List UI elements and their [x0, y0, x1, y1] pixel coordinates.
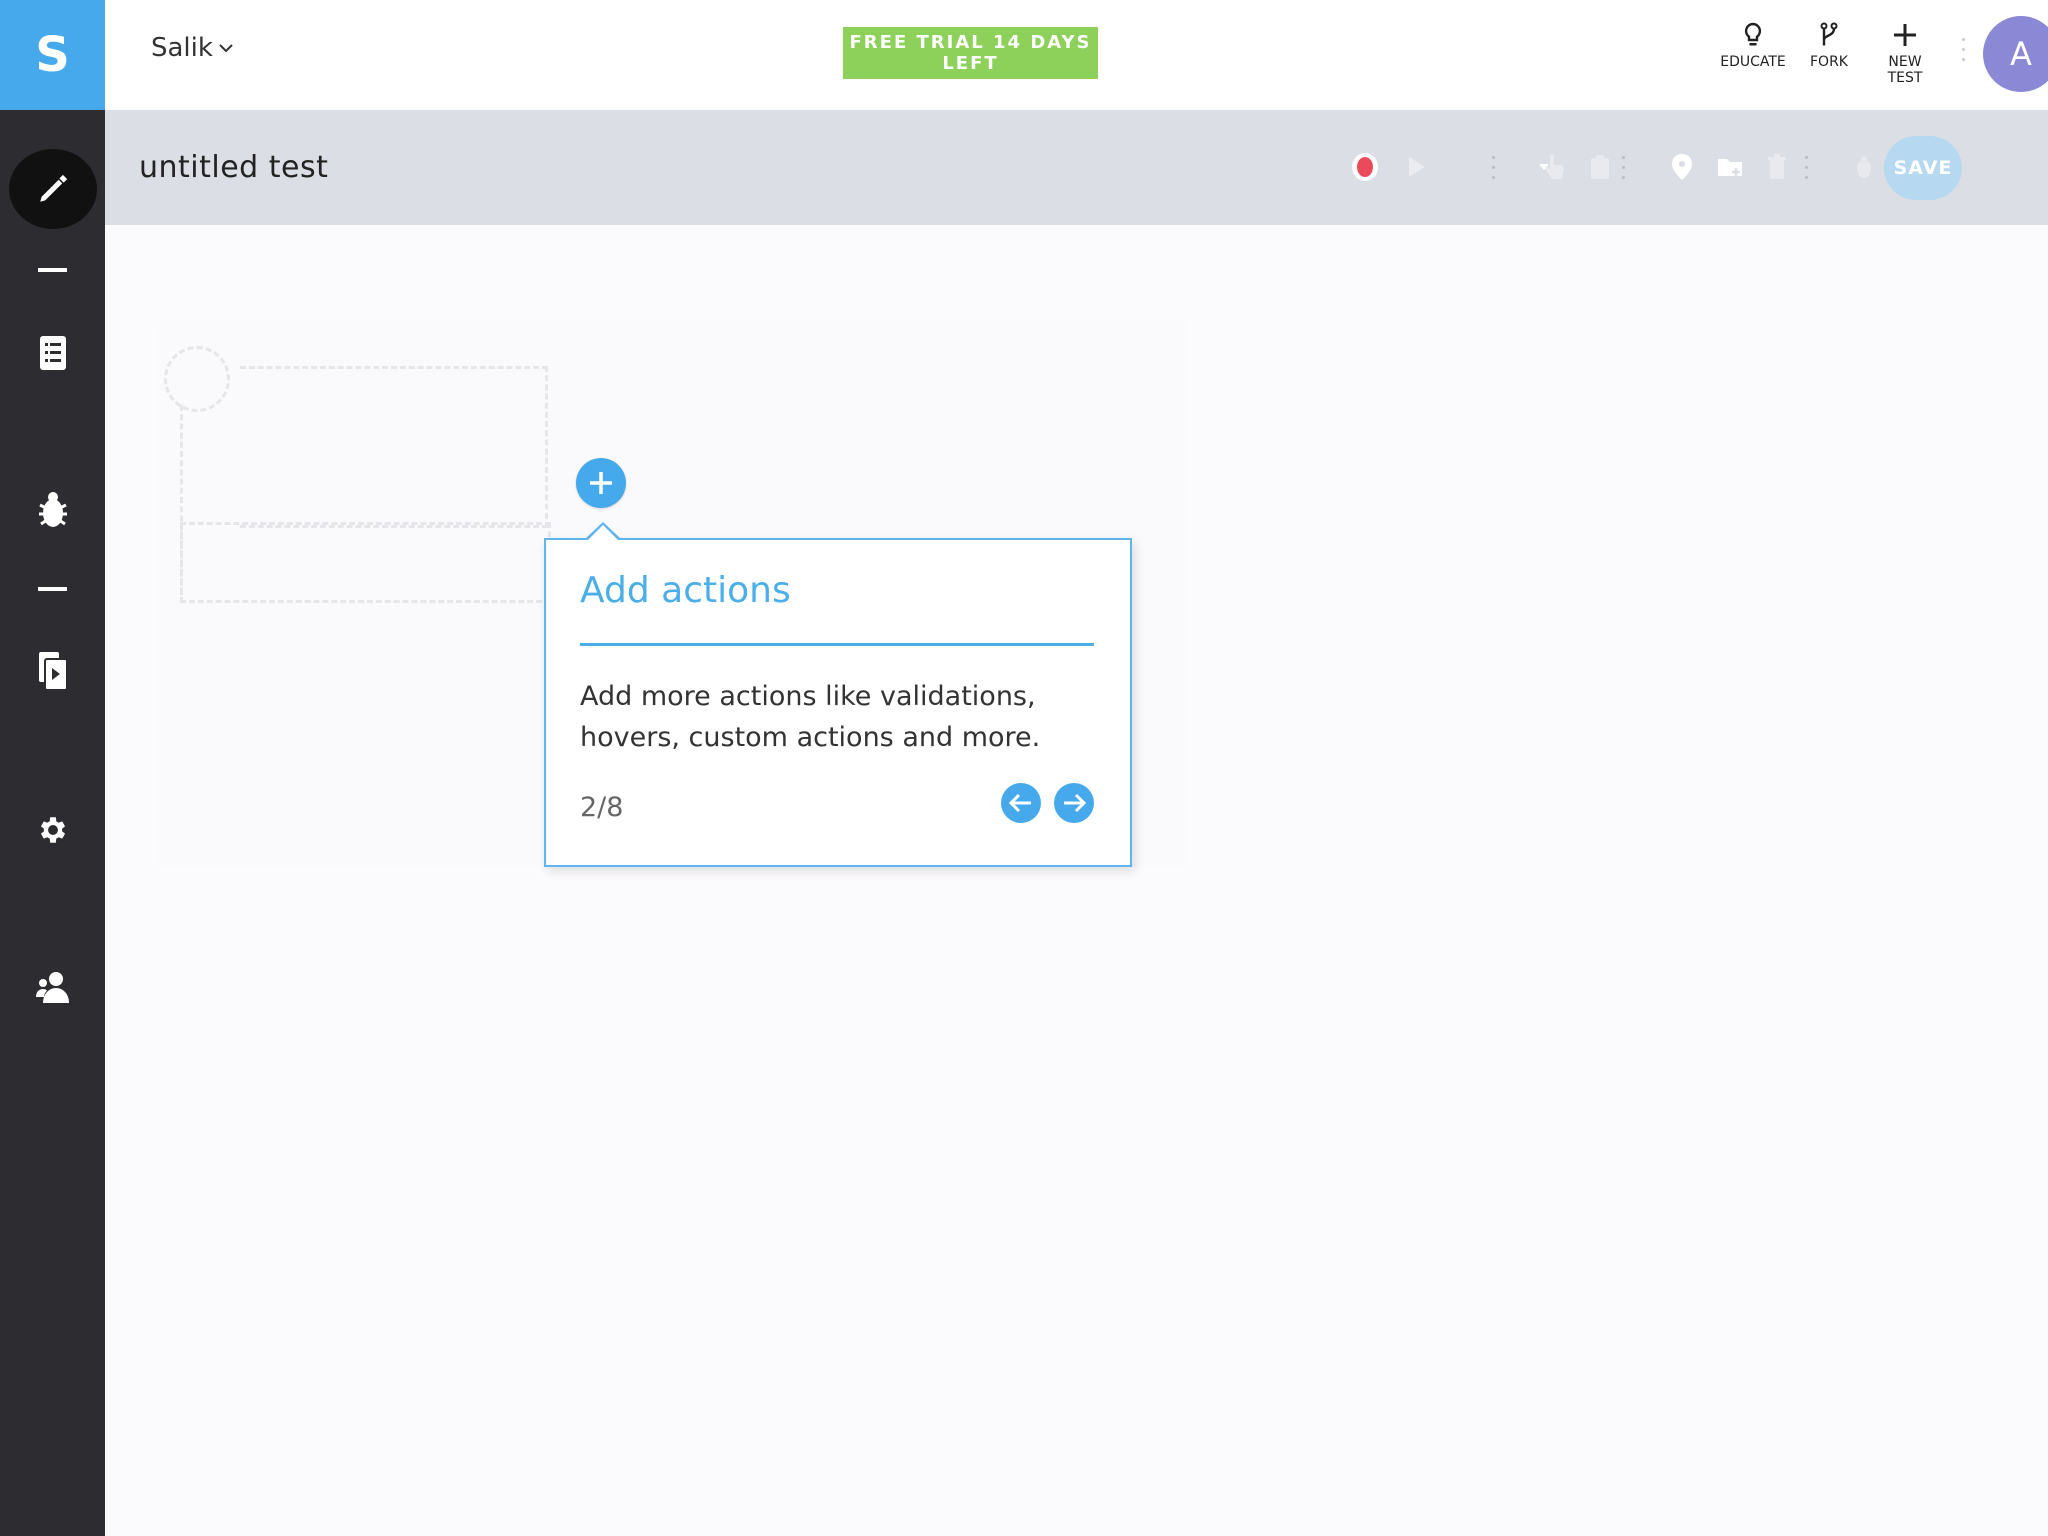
sidebar-item-editor[interactable] — [0, 149, 105, 229]
clipboard-icon — [1591, 155, 1609, 179]
arrow-left-icon — [1009, 793, 1031, 813]
delete-button[interactable] — [1760, 150, 1794, 184]
sidebar: S — [0, 0, 105, 1536]
chevron-down-icon — [219, 44, 233, 53]
sidebar-divider — [38, 268, 67, 272]
lightbulb-icon — [1744, 22, 1762, 46]
tooltip-step-counter: 2/8 — [580, 792, 624, 823]
toolbar-divider — [1492, 156, 1495, 186]
hand-pointer-icon — [1545, 155, 1564, 179]
list-icon — [39, 336, 66, 370]
avatar-letter: A — [2010, 35, 2032, 73]
run-icon — [38, 652, 67, 690]
tooltip-body: Add more actions like validations, hover… — [580, 681, 1041, 753]
bug-icon — [1857, 156, 1871, 178]
tooltip-arrow-fill — [588, 525, 618, 540]
new-test-label: NEW TEST — [1887, 54, 1923, 86]
project-selector[interactable]: Salik — [151, 33, 233, 63]
test-title[interactable]: untitled test — [139, 150, 328, 185]
sidebar-item-bugs[interactable] — [0, 469, 105, 549]
clipboard-button[interactable] — [1583, 150, 1617, 184]
fork-icon — [1820, 22, 1838, 46]
toolbar-divider — [1622, 156, 1625, 186]
record-button[interactable] — [1348, 150, 1382, 184]
tooltip-next-button[interactable] — [1054, 783, 1094, 823]
free-trial-button[interactable]: FREE TRIAL 14 DAYS LEFT — [843, 27, 1098, 79]
sidebar-divider — [38, 587, 67, 591]
editor-toolbar: untitled test SAVE — [105, 110, 2048, 225]
fork-button[interactable]: FORK — [1794, 22, 1864, 70]
tag-button[interactable] — [1665, 150, 1699, 184]
record-icon — [1352, 153, 1378, 181]
sidebar-item-tests[interactable] — [0, 313, 105, 393]
tooltip-divider — [580, 643, 1094, 646]
toolbar-divider — [1805, 156, 1808, 186]
add-to-suite-button[interactable] — [1713, 150, 1747, 184]
divider-dots — [1962, 38, 1965, 68]
sidebar-item-runs[interactable] — [0, 631, 105, 711]
save-button[interactable]: SAVE — [1884, 136, 1962, 200]
select-element-button[interactable] — [1537, 150, 1571, 184]
add-action-button[interactable] — [576, 458, 626, 508]
play-icon — [1409, 157, 1425, 177]
play-button[interactable] — [1400, 150, 1434, 184]
pencil-icon — [39, 174, 67, 202]
debug-button[interactable] — [1847, 150, 1881, 184]
users-icon — [35, 972, 69, 1003]
avatar[interactable]: A — [1983, 16, 2048, 92]
sidebar-item-team[interactable] — [0, 947, 105, 1027]
gear-icon — [40, 817, 65, 843]
plus-icon — [1894, 24, 1916, 46]
arrow-right-icon — [1064, 793, 1086, 813]
tooltip-prev-button[interactable] — [1001, 783, 1041, 823]
tag-icon — [1672, 154, 1692, 180]
bug-icon — [38, 492, 67, 527]
step-placeholder — [240, 366, 548, 528]
fork-label: FORK — [1810, 54, 1848, 70]
onboarding-tooltip: Add actions Add more actions like valida… — [544, 538, 1132, 867]
trash-icon — [1768, 154, 1786, 179]
step-placeholder — [180, 522, 551, 603]
project-name: Salik — [151, 33, 213, 63]
new-test-button[interactable]: NEW TEST — [1870, 22, 1940, 86]
step-placeholder-circle — [164, 346, 230, 412]
educate-button[interactable]: EDUCATE — [1718, 22, 1788, 70]
logo-letter: S — [35, 27, 70, 83]
logo[interactable]: S — [0, 0, 105, 110]
tooltip-title: Add actions — [580, 570, 791, 611]
folder-plus-icon — [1718, 159, 1742, 176]
sidebar-item-settings[interactable] — [0, 790, 105, 870]
plus-icon — [590, 472, 612, 494]
top-bar: Salik FREE TRIAL 14 DAYS LEFT EDUCATE FO… — [105, 0, 2048, 110]
educate-label: EDUCATE — [1720, 54, 1786, 70]
